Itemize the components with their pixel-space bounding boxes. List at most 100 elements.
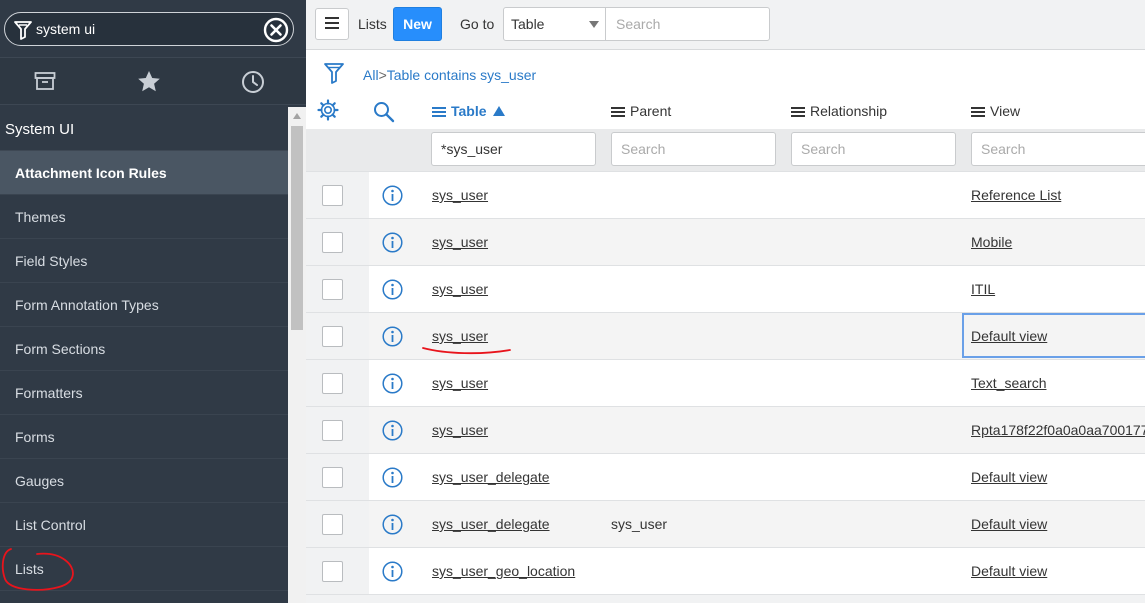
application-header[interactable]: System UI [0,107,288,151]
new-button[interactable]: New [393,7,442,41]
navigator-filter-input[interactable] [36,18,256,40]
view-link[interactable]: Default view [971,469,1047,485]
row-gutter [306,548,369,594]
column-header-table[interactable]: Table [432,103,506,119]
module-attachment-icon-rules[interactable]: Attachment Icon Rules [0,151,288,195]
table-search-input[interactable] [431,132,596,166]
view-link[interactable]: Default view [971,563,1047,579]
module-label: Forms [15,429,55,445]
search-icon[interactable] [373,101,395,126]
module-field-styles[interactable]: Field Styles [0,239,288,283]
module-forms[interactable]: Forms [0,415,288,459]
info-icon[interactable] [382,561,403,585]
column-header-view[interactable]: View [971,103,1020,119]
breadcrumb-bar: All>Table contains sys_user [306,51,1145,95]
filter-icon [14,20,32,43]
archive-icon[interactable] [34,70,56,95]
info-icon[interactable] [382,326,403,350]
application-title: System UI [5,121,75,138]
table-link[interactable]: sys_user [432,281,488,297]
breadcrumb-all[interactable]: All [363,67,379,83]
row-gutter [306,501,369,547]
row-gutter [306,266,369,312]
table-link[interactable]: sys_user [432,234,488,250]
row-checkbox[interactable] [322,514,343,535]
table-row[interactable]: sys_user Text_search [306,359,1145,406]
row-checkbox[interactable] [322,232,343,253]
column-menu-icon[interactable] [971,105,985,119]
info-icon[interactable] [382,185,403,209]
module-gauges[interactable]: Gauges [0,459,288,503]
clock-icon[interactable] [241,70,265,97]
clear-filter-icon[interactable] [263,17,289,46]
row-gutter [306,172,369,218]
module-label: List Control [15,517,86,533]
relationship-search-input[interactable] [791,132,956,166]
goto-field-select[interactable]: Table [503,7,606,41]
column-header-relationship[interactable]: Relationship [791,103,887,119]
module-form-annotation-types[interactable]: Form Annotation Types [0,283,288,327]
table-row[interactable]: sys_user Rpta178f22f0a0a0aa700177b... [306,406,1145,453]
parent-search-input[interactable] [611,132,776,166]
module-themes[interactable]: Themes [0,195,288,239]
info-icon[interactable] [382,467,403,491]
info-icon[interactable] [382,514,403,538]
application-navigator: System UI Attachment Icon Rules Themes F… [0,0,306,603]
table-row[interactable]: sys_user Reference List [306,171,1145,218]
view-link[interactable]: Mobile [971,234,1012,250]
table-link[interactable]: sys_user [432,187,488,203]
row-checkbox[interactable] [322,561,343,582]
module-list-control[interactable]: List Control [0,503,288,547]
view-link[interactable]: Rpta178f22f0a0a0aa700177b... [971,422,1145,438]
view-link[interactable]: ITIL [971,281,995,297]
table-row[interactable]: sys_user_geo_location Default view [306,547,1145,594]
scroll-up-icon[interactable] [293,113,301,119]
module-formatters[interactable]: Formatters [0,371,288,415]
table-link[interactable]: sys_user_delegate [432,469,550,485]
row-checkbox[interactable] [322,420,343,441]
table-link[interactable]: sys_user [432,328,488,344]
table-row[interactable]: sys_user Mobile [306,218,1145,265]
info-icon[interactable] [382,232,403,256]
module-form-sections[interactable]: Form Sections [0,327,288,371]
view-link[interactable]: Text_search [971,375,1046,391]
row-checkbox[interactable] [322,279,343,300]
breadcrumb-separator: > [378,67,387,83]
column-header-label: Relationship [810,103,888,119]
info-icon[interactable] [382,279,403,303]
column-menu-icon[interactable] [791,105,805,119]
column-menu-icon[interactable] [611,105,625,119]
column-menu-icon[interactable] [432,105,446,119]
goto-search-input[interactable] [605,7,770,41]
table-row[interactable]: sys_user ITIL [306,265,1145,312]
table-row[interactable]: sys_user_delegate Default view [306,453,1145,500]
module-label: Formatters [15,385,83,401]
view-link[interactable]: Default view [971,516,1047,532]
gear-icon[interactable] [317,99,339,124]
row-gutter [306,219,369,265]
row-gutter [306,313,369,359]
view-link[interactable]: Reference List [971,187,1061,203]
row-checkbox[interactable] [322,467,343,488]
breadcrumb: All>Table contains sys_user [363,67,536,83]
row-gutter [306,407,369,453]
table-link[interactable]: sys_user_delegate [432,516,550,532]
table-link[interactable]: sys_user [432,422,488,438]
row-checkbox[interactable] [322,185,343,206]
column-header-parent[interactable]: Parent [611,103,671,119]
list-menu-button[interactable] [315,8,349,40]
view-search-input[interactable] [971,132,1145,166]
table-row[interactable]: sys_user_delegate sys_user Default view [306,500,1145,547]
info-icon[interactable] [382,420,403,444]
sidebar-scrollbar-thumb[interactable] [291,126,303,330]
row-checkbox[interactable] [322,373,343,394]
table-link[interactable]: sys_user_geo_location [432,563,575,579]
star-icon[interactable] [137,70,161,96]
row-checkbox[interactable] [322,326,343,347]
breadcrumb-filter[interactable]: Table contains sys_user [387,67,536,83]
column-search-row [306,129,1145,171]
table-link[interactable]: sys_user [432,375,488,391]
info-icon[interactable] [382,373,403,397]
filter-toggle-icon[interactable] [323,61,345,88]
sort-ascending-icon [493,106,506,116]
